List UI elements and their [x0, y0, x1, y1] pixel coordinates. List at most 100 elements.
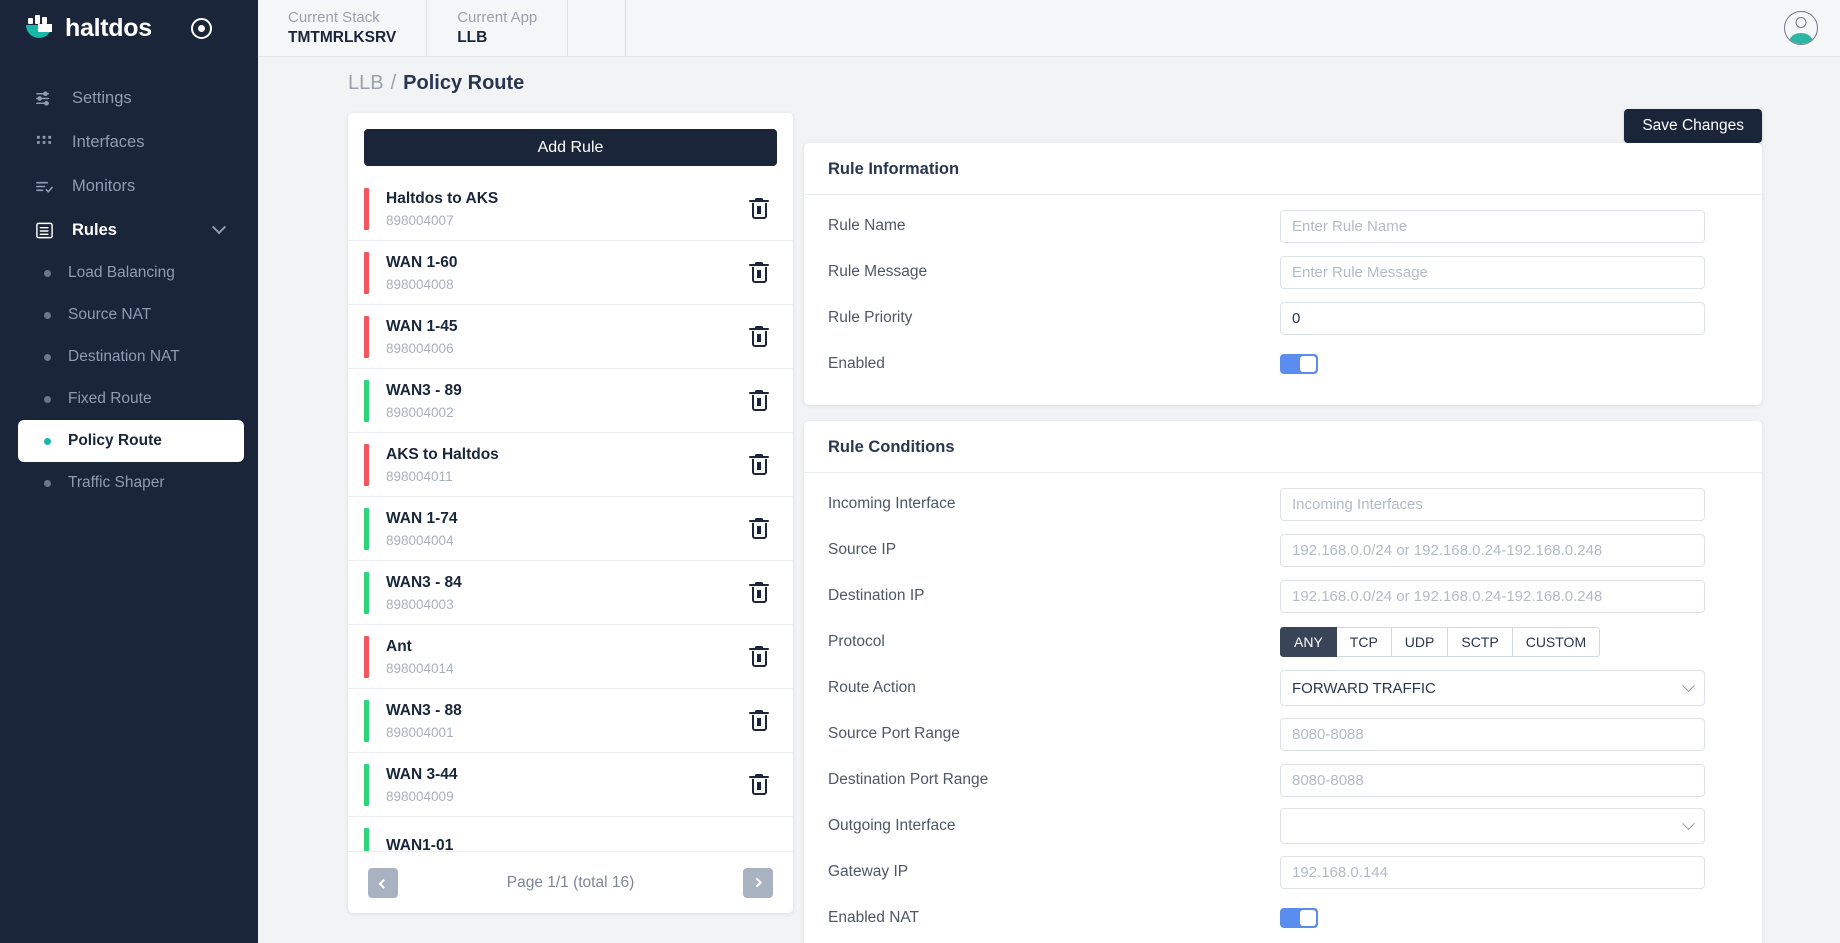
rule-text: WAN 1-74 898004004	[386, 510, 458, 548]
trash-icon[interactable]	[749, 325, 769, 348]
sidebar-nav: Settings Interfaces Monitors Rules Load …	[0, 57, 258, 504]
rule-name-input[interactable]	[1280, 209, 1705, 243]
outgoing-interface-select[interactable]	[1280, 808, 1705, 844]
trash-icon[interactable]	[749, 453, 769, 476]
brand-logo[interactable]: haltdos	[0, 0, 258, 57]
field-outgoing-interface: Outgoing Interface	[828, 803, 1738, 849]
protocol-segmented-control[interactable]: ANY TCP UDP SCTP CUSTOM	[1280, 627, 1601, 657]
destination-ip-input[interactable]	[1280, 579, 1705, 613]
trash-icon[interactable]	[749, 389, 769, 412]
field-rule-name: Rule Name	[828, 203, 1738, 249]
trash-icon[interactable]	[749, 197, 769, 220]
field-rule-message: Rule Message	[828, 249, 1738, 295]
rule-text: WAN3 - 88 898004001	[386, 702, 462, 740]
field-source-port-range: Source Port Range	[828, 711, 1738, 757]
rule-id: 898004006	[386, 340, 454, 356]
source-port-label: Source Port Range	[828, 725, 960, 742]
rule-list-item[interactable]: Haltdos to AKS 898004007	[348, 177, 793, 241]
sidebar-item-interfaces[interactable]: Interfaces	[0, 120, 258, 164]
user-avatar-icon[interactable]	[1784, 11, 1818, 45]
rule-name: WAN 1-74	[386, 509, 458, 527]
rule-id: 898004008	[386, 276, 454, 292]
add-rule-button[interactable]: Add Rule	[364, 129, 777, 166]
gateway-ip-input[interactable]	[1280, 855, 1705, 889]
source-ip-input[interactable]	[1280, 533, 1705, 567]
protocol-option-sctp[interactable]: SCTP	[1448, 627, 1513, 657]
enabled-nat-toggle[interactable]	[1280, 908, 1318, 928]
route-action-select[interactable]: FORWARD TRAFFIC	[1280, 670, 1705, 706]
rule-id: 898004002	[386, 404, 454, 420]
rule-name: Ant	[386, 637, 412, 655]
rule-status-indicator	[364, 187, 369, 230]
protocol-label: Protocol	[828, 633, 885, 650]
rule-list-item[interactable]: WAN3 - 84 898004003	[348, 561, 793, 625]
rule-list-item[interactable]: AKS to Haltdos 898004011	[348, 433, 793, 497]
destination-port-input[interactable]	[1280, 763, 1705, 797]
rule-list-item[interactable]: WAN 1-74 898004004	[348, 497, 793, 561]
sidebar-subitem-label: Destination NAT	[68, 348, 180, 365]
trash-icon[interactable]	[749, 773, 769, 796]
pagination-prev-button[interactable]	[368, 867, 398, 898]
rule-priority-input[interactable]	[1280, 301, 1705, 335]
pagination: Page 1/1 (total 16)	[348, 851, 793, 913]
sidebar-subitem-label: Traffic Shaper	[68, 474, 165, 491]
trash-icon[interactable]	[749, 645, 769, 668]
pagination-next-button[interactable]	[743, 867, 773, 898]
protocol-option-custom[interactable]: CUSTOM	[1512, 627, 1601, 657]
rule-list[interactable]: Haltdos to AKS 898004007 WAN 1-60 898004008…	[348, 177, 793, 851]
sidebar-item-settings[interactable]: Settings	[0, 76, 258, 120]
sidebar-item-destination-nat[interactable]: Destination NAT	[18, 336, 244, 378]
rule-message-input[interactable]	[1280, 255, 1705, 289]
trash-icon[interactable]	[749, 517, 769, 540]
trash-icon[interactable]	[749, 709, 769, 732]
breadcrumb-parent[interactable]: LLB	[348, 72, 384, 95]
save-row: Save Changes	[804, 109, 1762, 143]
sidebar-item-monitors[interactable]: Monitors	[0, 164, 258, 208]
rule-list-item[interactable]: WAN1-01	[348, 817, 793, 851]
rule-list-item[interactable]: WAN3 - 89 898004002	[348, 369, 793, 433]
enabled-toggle[interactable]	[1280, 354, 1318, 374]
trash-icon[interactable]	[749, 261, 769, 284]
chevron-left-icon	[378, 878, 388, 889]
sidebar-item-source-nat[interactable]: Source NAT	[18, 294, 244, 336]
target-icon[interactable]	[190, 18, 212, 39]
rule-name: WAN1-01	[386, 837, 454, 851]
rule-status-indicator	[364, 763, 369, 806]
rule-list-item[interactable]: WAN 3-44 898004009	[348, 753, 793, 817]
protocol-option-udp[interactable]: UDP	[1391, 627, 1449, 657]
rule-status-indicator	[364, 827, 369, 851]
sidebar-item-fixed-route[interactable]: Fixed Route	[18, 378, 244, 420]
source-ip-label: Source IP	[828, 541, 897, 558]
rule-list-item[interactable]: WAN 1-45 898004006	[348, 305, 793, 369]
sidebar-item-policy-route[interactable]: Policy Route	[18, 420, 244, 462]
app-root: haltdos Settings Interfaces Monitors Rul…	[0, 0, 1840, 943]
chevron-down-icon[interactable]	[211, 220, 227, 235]
sidebar-item-traffic-shaper[interactable]: Traffic Shaper	[18, 462, 244, 504]
rule-list-item[interactable]: WAN3 - 88 898004001	[348, 689, 793, 753]
sidebar-item-load-balancing[interactable]: Load Balancing	[18, 252, 244, 294]
sidebar-item-rules[interactable]: Rules	[0, 208, 258, 252]
source-port-input[interactable]	[1280, 717, 1705, 751]
protocol-option-tcp[interactable]: TCP	[1336, 627, 1392, 657]
save-changes-button[interactable]: Save Changes	[1624, 109, 1762, 143]
rule-status-indicator	[364, 379, 369, 422]
current-stack-label: Current Stack	[288, 9, 380, 27]
bullet-icon	[44, 353, 51, 361]
field-destination-ip: Destination IP	[828, 573, 1738, 619]
rule-text: WAN3 - 84 898004003	[386, 574, 462, 612]
trash-icon[interactable]	[749, 581, 769, 604]
breadcrumb: LLB / Policy Route	[258, 57, 1840, 109]
incoming-interface-input[interactable]	[1280, 487, 1705, 521]
field-incoming-interface: Incoming Interface	[828, 481, 1738, 527]
rule-list-item[interactable]: WAN 1-60 898004008	[348, 241, 793, 305]
protocol-option-any[interactable]: ANY	[1280, 627, 1337, 657]
gateway-ip-label: Gateway IP	[828, 863, 909, 880]
rule-name: WAN3 - 89	[386, 381, 462, 399]
rule-name: WAN 1-45	[386, 317, 458, 335]
rule-list-item[interactable]: Ant 898004014	[348, 625, 793, 689]
field-gateway-ip: Gateway IP	[828, 849, 1738, 895]
sidebar-subitem-label: Policy Route	[68, 432, 162, 449]
rule-text: Ant 898004014	[386, 638, 454, 676]
rule-text: WAN 1-45 898004006	[386, 318, 458, 356]
haltdos-logo-icon	[24, 14, 54, 44]
